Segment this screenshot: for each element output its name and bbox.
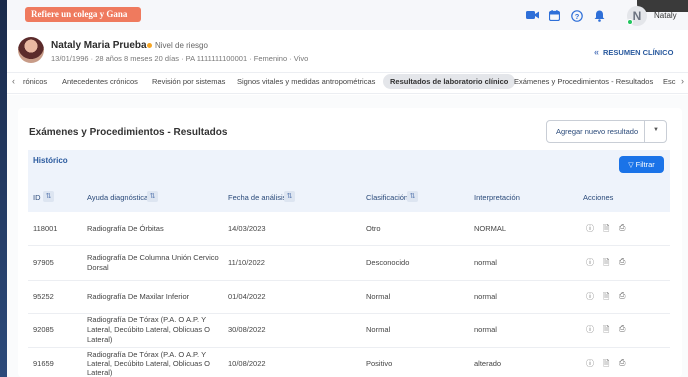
tab-revision-por-sistemas[interactable]: Revisión por sistemas — [152, 77, 225, 86]
cell-id: 97905 — [33, 258, 54, 267]
print-icon[interactable]: ⎙ — [619, 257, 625, 267]
print-icon[interactable]: ⎙ — [619, 223, 625, 233]
tabs-scroll-right-icon[interactable]: › — [681, 76, 684, 86]
document-icon[interactable]: 🗎 — [603, 358, 609, 372]
filter-label: Filtrar — [635, 160, 655, 169]
row-divider — [28, 280, 670, 281]
cell-ayuda-line-3: Lateral) — [87, 368, 113, 377]
left-edge — [0, 0, 7, 377]
row-divider — [28, 245, 670, 246]
info-icon[interactable]: ⓘ — [586, 324, 594, 335]
cell-fecha: 11/10/2022 — [228, 258, 265, 267]
svg-text:?: ? — [575, 12, 580, 21]
cell-ayuda-line-2: Lateral, Decúbito Lateral, Oblicuas O — [87, 325, 210, 334]
cell-id: 91659 — [33, 359, 54, 368]
cell-clasificacion: Positivo — [366, 359, 393, 368]
risk-level-label: Nivel de riesgo — [155, 41, 208, 50]
column-header-clasificacion: Clasificación — [366, 193, 409, 202]
column-header-ayuda: Ayuda diagnóstica — [87, 193, 149, 202]
cell-clasificacion: Normal — [366, 325, 391, 334]
clinical-summary-label: RESUMEN CLÍNICO — [603, 48, 674, 57]
cell-fecha: 10/08/2022 — [228, 359, 266, 368]
cell-ayuda-line-3: Lateral) — [87, 335, 113, 344]
refer-colleague-button[interactable]: Refiere un colega y Gana — [25, 7, 141, 22]
page-title: Exámenes y Procedimientos - Resultados — [29, 127, 228, 138]
patient-name: Nataly Maria Prueba — [51, 40, 147, 51]
calendar-icon[interactable] — [549, 10, 560, 21]
cell-id: 92085 — [33, 325, 54, 334]
online-status-dot — [627, 19, 633, 25]
patient-meta: 13/01/1996 · 28 años 8 meses 20 días · P… — [51, 54, 309, 63]
document-icon[interactable]: 🗎 — [603, 223, 609, 237]
document-icon[interactable]: 🗎 — [603, 291, 609, 305]
document-icon[interactable]: 🗎 — [603, 324, 609, 338]
results-card — [18, 108, 682, 377]
help-icon[interactable]: ? — [571, 10, 583, 22]
risk-level-dot — [147, 43, 152, 48]
tabs-scroll-left-icon[interactable]: ‹ — [12, 76, 15, 86]
cell-clasificacion: Normal — [366, 292, 391, 301]
tab-cronicos[interactable]: rónicos — [23, 77, 47, 86]
column-header-interpretacion: Interpretación — [474, 193, 520, 202]
cell-id: 118001 — [33, 224, 58, 233]
cell-id: 95252 — [33, 292, 54, 301]
tab-esc[interactable]: Esc — [663, 77, 676, 86]
double-chevron-left-icon: « — [594, 47, 600, 57]
print-icon[interactable]: ⎙ — [619, 291, 625, 301]
cell-fecha: 14/03/2023 — [228, 224, 266, 233]
tab-antecedentes-cronicos[interactable]: Antecedentes crónicos — [62, 77, 138, 86]
cell-interpretacion: NORMAL — [474, 224, 507, 233]
cell-clasificacion: Desconocido — [366, 258, 410, 267]
history-header — [28, 150, 670, 181]
print-icon[interactable]: ⎙ — [619, 324, 625, 334]
tab-examenes-procedimientos[interactable]: Exámenes y Procedimientos - Resultados — [514, 77, 653, 86]
patient-photo — [18, 37, 44, 63]
sort-icon[interactable]: ⇅ — [147, 191, 158, 202]
video-icon[interactable] — [526, 10, 539, 20]
document-icon[interactable]: 🗎 — [603, 257, 609, 271]
column-header-acciones: Acciones — [583, 193, 614, 202]
sort-icon[interactable]: ⇅ — [284, 191, 295, 202]
column-header-fecha: Fecha de análisis — [228, 193, 287, 202]
info-icon[interactable]: ⓘ — [586, 291, 594, 302]
sort-icon[interactable]: ⇅ — [43, 191, 54, 202]
filter-button[interactable]: ▽ Filtrar — [619, 156, 664, 173]
info-icon[interactable]: ⓘ — [586, 257, 594, 268]
cell-ayuda-line-2: Dorsal — [87, 263, 109, 272]
column-header-id: ID — [33, 193, 41, 202]
bell-icon[interactable] — [594, 10, 605, 22]
print-icon[interactable]: ⎙ — [619, 358, 625, 368]
cell-fecha: 01/04/2022 — [228, 292, 266, 301]
chevron-down-icon[interactable]: ▼ — [653, 127, 659, 133]
history-title: Histórico — [33, 156, 68, 165]
info-icon[interactable]: ⓘ — [586, 358, 594, 369]
tab-resultados-laboratorio[interactable]: Resultados de laboratorio clínico — [383, 74, 516, 89]
info-icon[interactable]: ⓘ — [586, 223, 594, 234]
cell-interpretacion: normal — [474, 258, 497, 267]
button-divider — [644, 121, 645, 142]
cell-clasificacion: Otro — [366, 224, 381, 233]
cell-interpretacion: normal — [474, 292, 497, 301]
cell-ayuda: Radiografía De Órbitas — [87, 224, 164, 233]
cell-ayuda: Radiografía De Maxilar Inferior — [87, 292, 190, 301]
row-divider — [28, 313, 670, 314]
clinical-summary-button[interactable]: «RESUMEN CLÍNICO — [594, 47, 673, 57]
filter-icon: ▽ — [628, 162, 634, 169]
cell-ayuda-line-1: Radiografía De Columna Unión Cervico — [87, 253, 219, 262]
add-result-label: Agregar nuevo resultado — [556, 127, 639, 136]
cell-interpretacion: normal — [474, 325, 497, 334]
user-name[interactable]: Nataly — [654, 11, 677, 20]
sort-icon[interactable]: ⇅ — [407, 191, 418, 202]
tab-signos-vitales[interactable]: Signos vitales y medidas antropométricas — [237, 77, 375, 86]
cell-interpretacion: alterado — [474, 359, 502, 368]
row-divider — [28, 347, 670, 348]
cell-ayuda-line-1: Radiografía De Tórax (P.A. O A.P. Y — [87, 315, 207, 324]
cell-fecha: 30/08/2022 — [228, 325, 266, 334]
